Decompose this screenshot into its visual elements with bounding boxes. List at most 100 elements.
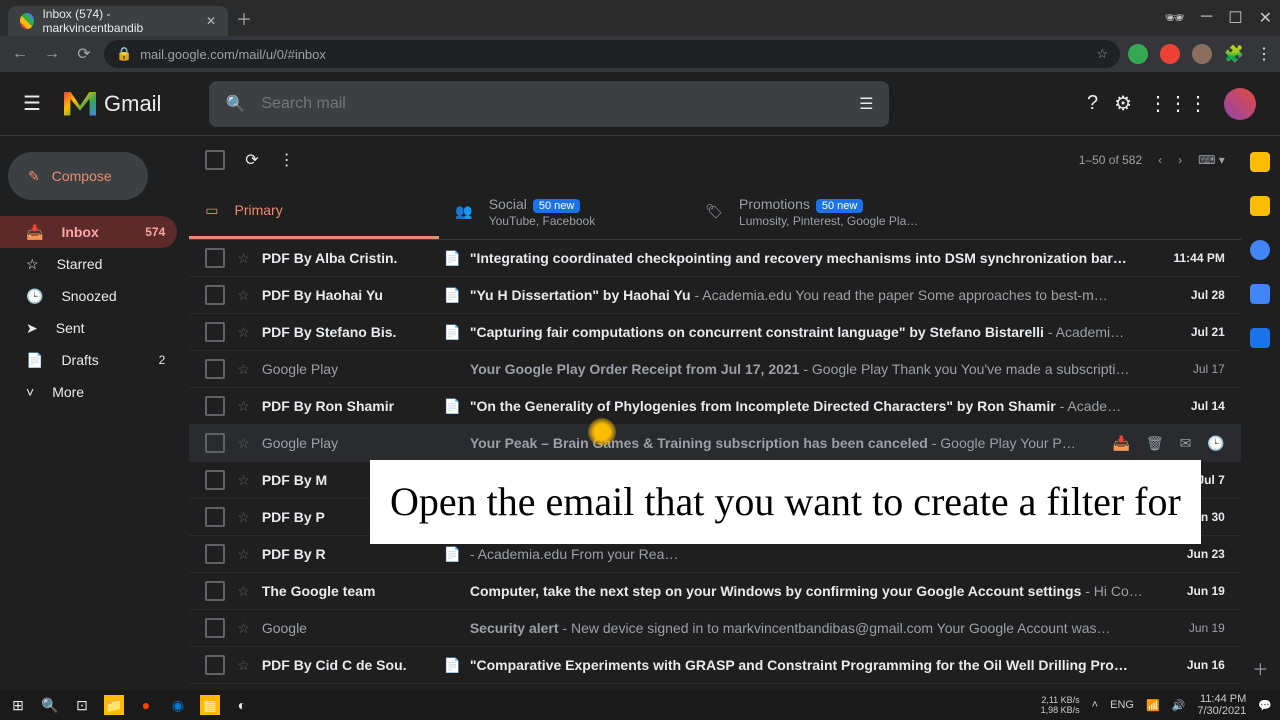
row-checkbox[interactable] — [205, 396, 225, 416]
chrome-icon[interactable]: ◐ — [232, 695, 252, 715]
star-bookmark-icon[interactable]: ☆ — [1096, 46, 1108, 62]
search-taskbar-icon[interactable]: 🔍 — [40, 695, 60, 715]
more-button[interactable]: ⋮ — [279, 150, 295, 170]
nav-inbox[interactable]: 📥Inbox574 — [0, 216, 177, 248]
row-checkbox[interactable] — [205, 322, 225, 342]
star-icon[interactable]: ☆ — [237, 509, 250, 526]
explorer-icon[interactable]: 📁 — [104, 695, 124, 715]
input-tools-icon[interactable]: ⌨ ▾ — [1198, 153, 1225, 167]
email-row[interactable]: ☆Google PlayYour Google Play Order Recei… — [189, 351, 1241, 388]
star-icon[interactable]: ☆ — [237, 583, 250, 600]
email-row[interactable]: ☆Google PlayYour Peak – Brain Games & Tr… — [189, 425, 1241, 462]
wifi-icon[interactable]: 📶 — [1146, 699, 1160, 712]
star-icon[interactable]: ☆ — [237, 287, 250, 304]
back-button[interactable]: ← — [8, 45, 32, 63]
star-icon[interactable]: ☆ — [237, 324, 250, 341]
email-row[interactable]: ☆PDF By Alba Cristin.📄"Integrating coord… — [189, 240, 1241, 277]
row-checkbox[interactable] — [205, 285, 225, 305]
compose-label: Compose — [52, 168, 112, 184]
keep-icon[interactable] — [1250, 196, 1270, 216]
nav-starred[interactable]: ☆Starred — [0, 248, 177, 280]
refresh-button[interactable]: ⟳ — [245, 150, 258, 170]
star-icon[interactable]: ☆ — [237, 620, 250, 637]
mark-read-icon[interactable]: ✉ — [1180, 435, 1192, 452]
main-menu-button[interactable]: ☰ — [8, 80, 56, 128]
volume-icon[interactable]: 🔊 — [1172, 699, 1186, 712]
edge-icon[interactable]: ◉ — [168, 695, 188, 715]
addon-icon[interactable] — [1250, 328, 1270, 348]
browser-tab[interactable]: Inbox (574) - markvincentbandib ✕ — [8, 6, 228, 36]
star-icon[interactable]: ☆ — [237, 398, 250, 415]
extensions-button[interactable]: 🧩 — [1224, 44, 1244, 64]
reload-button[interactable]: ⟳ — [72, 44, 96, 64]
extension-icon[interactable] — [1160, 44, 1180, 64]
gmail-logo[interactable]: Gmail — [64, 91, 161, 117]
clock[interactable]: 11:44 PM 7/30/2021 — [1197, 693, 1246, 717]
support-icon[interactable]: ? — [1087, 92, 1098, 115]
tab-icon: 👥 — [455, 203, 472, 220]
tab-primary[interactable]: ▭Primary — [189, 184, 439, 239]
email-row[interactable]: ☆PDF By Haohai Yu📄"Yu H Dissertation" by… — [189, 277, 1241, 314]
star-icon[interactable]: ☆ — [237, 250, 250, 267]
delete-icon[interactable]: 🗑 — [1146, 435, 1164, 452]
snooze-icon[interactable]: 🕒 — [1207, 435, 1224, 452]
account-avatar[interactable] — [1224, 88, 1256, 120]
row-checkbox[interactable] — [205, 544, 225, 564]
search-options-icon[interactable]: ☰ — [859, 94, 873, 114]
email-row[interactable]: ☆PDF By Stefano Bis.📄"Capturing fair com… — [189, 314, 1241, 351]
apps-icon[interactable]: ⋮⋮⋮ — [1148, 91, 1208, 116]
star-icon[interactable]: ☆ — [237, 472, 250, 489]
nav-snoozed[interactable]: 🕒Snoozed — [0, 280, 177, 312]
select-all-checkbox[interactable] — [205, 150, 225, 170]
compose-button[interactable]: ✎ Compose — [8, 152, 148, 200]
tab-promotions[interactable]: 🏷Promotions50 newLumosity, Pinterest, Go… — [689, 184, 939, 239]
app-icon[interactable]: ● — [136, 695, 156, 715]
row-checkbox[interactable] — [205, 359, 225, 379]
notifications-icon[interactable]: 💬 — [1258, 699, 1272, 712]
next-page-button[interactable]: › — [1178, 153, 1182, 167]
nav-drafts[interactable]: 📄Drafts2 — [0, 344, 177, 376]
tasks-icon[interactable] — [1250, 240, 1270, 260]
extension-icon[interactable] — [1192, 44, 1212, 64]
extension-icon[interactable] — [1128, 44, 1148, 64]
row-checkbox[interactable] — [205, 618, 225, 638]
tray-chevron-icon[interactable]: ˄ — [1092, 699, 1098, 711]
row-checkbox[interactable] — [205, 248, 225, 268]
email-row[interactable]: ☆PDF By Cid C de Sou.📄"Comparative Exper… — [189, 647, 1241, 684]
nav-sent[interactable]: ➤Sent — [0, 312, 177, 344]
maximize-button[interactable]: ☐ — [1228, 8, 1242, 28]
email-row[interactable]: ☆GoogleSecurity alert - New device signe… — [189, 610, 1241, 647]
row-checkbox[interactable] — [205, 433, 225, 453]
search-input[interactable] — [261, 95, 843, 113]
url-input[interactable]: 🔒 mail.google.com/mail/u/0/#inbox ☆ — [104, 40, 1120, 68]
app-icon[interactable]: ▦ — [200, 695, 220, 715]
email-row[interactable]: ☆PDF By Ron Shamir📄"On the Generality of… — [189, 388, 1241, 425]
add-addon-button[interactable]: ＋ — [1252, 656, 1268, 680]
row-checkbox[interactable] — [205, 581, 225, 601]
new-tab-button[interactable]: ＋ — [236, 6, 252, 30]
row-checkbox[interactable] — [205, 507, 225, 527]
calendar-icon[interactable] — [1250, 152, 1270, 172]
chrome-menu-button[interactable]: ⋮ — [1256, 44, 1272, 64]
star-icon[interactable]: ☆ — [237, 361, 250, 378]
close-tab-icon[interactable]: ✕ — [206, 14, 216, 28]
language-indicator[interactable]: ENG — [1110, 699, 1134, 711]
contacts-icon[interactable] — [1250, 284, 1270, 304]
task-view-icon[interactable]: ⊡ — [72, 695, 92, 715]
start-button[interactable]: ⊞ — [8, 695, 28, 715]
close-window-button[interactable]: ✕ — [1259, 8, 1272, 28]
nav-more[interactable]: ˅More — [0, 376, 177, 408]
star-icon[interactable]: ☆ — [237, 546, 250, 563]
row-checkbox[interactable] — [205, 655, 225, 675]
star-icon[interactable]: ☆ — [237, 657, 250, 674]
minimize-button[interactable]: ─ — [1201, 8, 1212, 28]
forward-button[interactable]: → — [40, 45, 64, 63]
prev-page-button[interactable]: ‹ — [1158, 153, 1162, 167]
settings-icon[interactable]: ⚙ — [1114, 91, 1132, 116]
tab-social[interactable]: 👥Social50 newYouTube, Facebook — [439, 184, 689, 239]
row-checkbox[interactable] — [205, 470, 225, 490]
search-box[interactable]: 🔍 ☰ — [209, 81, 889, 127]
archive-icon[interactable]: 📥 — [1112, 435, 1129, 452]
star-icon[interactable]: ☆ — [237, 435, 250, 452]
email-row[interactable]: ☆The Google teamComputer, take the next … — [189, 573, 1241, 610]
